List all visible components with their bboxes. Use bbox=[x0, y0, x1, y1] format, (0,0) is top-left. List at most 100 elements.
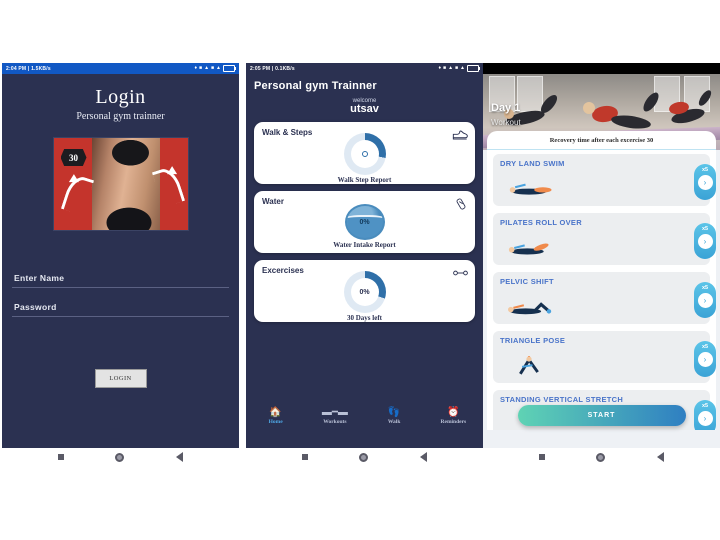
exercise-reps-badge[interactable]: x5 › bbox=[694, 282, 716, 318]
chevron-right-icon[interactable]: › bbox=[697, 411, 713, 426]
status-icons: ♦ ■ ▲ ■ ▲ bbox=[438, 65, 480, 72]
status-icons: ♦ ■ ▲ ■ ▲ bbox=[194, 65, 236, 72]
card-water[interactable]: Water 0% Water Intake Report bbox=[254, 191, 475, 253]
list-item[interactable]: TRIANGLE POSE x5 › bbox=[493, 331, 716, 383]
ring-center bbox=[350, 140, 379, 168]
status-time: 2:05 PM | 0.1KB/s bbox=[250, 65, 295, 72]
ring-center: 0% bbox=[350, 278, 379, 306]
exercise-reps-badge[interactable]: x5 › bbox=[694, 400, 716, 430]
alarm-icon: ⏰ bbox=[447, 407, 460, 418]
tab-label: Workouts bbox=[323, 419, 347, 425]
status-bar: 2:04 PM | 1.5KB/s ♦ ■ ▲ ■ ▲ bbox=[2, 63, 239, 74]
exercise-percent: 0% bbox=[359, 288, 370, 296]
home-icon[interactable] bbox=[115, 452, 125, 462]
tab-label: Walk bbox=[387, 419, 401, 425]
tab-walk[interactable]: 👣 Walk bbox=[365, 407, 424, 426]
app-title: Personal gym Trainner bbox=[254, 80, 377, 92]
list-item[interactable]: PELVIC SHIFT x5 › bbox=[493, 272, 716, 324]
reps-count: x5 bbox=[701, 403, 709, 409]
wifi-icon: ♦ bbox=[438, 65, 442, 71]
recents-icon[interactable] bbox=[301, 454, 308, 460]
exercise-list: DRY LAND SWIM x5 › PILATES ROLL OVER x5 … bbox=[487, 150, 716, 430]
chevron-right-icon[interactable]: › bbox=[697, 175, 713, 190]
day-sublabel: Workout bbox=[491, 118, 521, 127]
android-nav-bar bbox=[246, 448, 483, 466]
login-hero-image: 30 bbox=[52, 137, 189, 231]
phone-screenshot-dashboard: 2:05 PM | 0.1KB/s ♦ ■ ▲ ■ ▲ Personal gym… bbox=[246, 63, 483, 466]
chevron-right-icon[interactable]: › bbox=[697, 293, 713, 308]
nfc-icon: ■ bbox=[443, 65, 447, 71]
water-progress-ball: 0% bbox=[344, 204, 385, 240]
chevron-right-icon[interactable]: › bbox=[697, 352, 713, 367]
card-footer: Walk Step Report bbox=[337, 176, 392, 184]
dumbbell-icon bbox=[453, 266, 468, 284]
card-footer: 30 Days left bbox=[347, 314, 382, 322]
back-icon[interactable] bbox=[657, 452, 665, 462]
phone-screenshot-login: 2:04 PM | 1.5KB/s ♦ ■ ▲ ■ ▲ Login Person… bbox=[2, 63, 239, 466]
tab-workouts[interactable]: ▬━▬ Workouts bbox=[305, 407, 364, 426]
signal2-icon: ▲ bbox=[216, 65, 221, 71]
login-screen: 2:04 PM | 1.5KB/s ♦ ■ ▲ ■ ▲ Login Person… bbox=[2, 63, 239, 448]
exercise-figure-icon bbox=[508, 243, 549, 255]
login-button[interactable]: LOGIN bbox=[94, 369, 147, 388]
dashboard-screen: 2:05 PM | 0.1KB/s ♦ ■ ▲ ■ ▲ Personal gym… bbox=[246, 63, 483, 448]
exercise-reps-badge[interactable]: x5 › bbox=[694, 164, 716, 200]
dumbbell-icon: ▬━▬ bbox=[321, 407, 348, 418]
tab-home[interactable]: 🏠 Home bbox=[246, 407, 305, 426]
exercise-name: TRIANGLE POSE bbox=[500, 336, 566, 345]
ring-dot-icon bbox=[361, 151, 368, 157]
card-footer: Water Intake Report bbox=[333, 241, 396, 249]
day-label: Day 1 bbox=[491, 102, 521, 114]
exercise-reps-badge[interactable]: x5 › bbox=[694, 223, 716, 259]
nfc-icon: ■ bbox=[199, 65, 203, 71]
reps-count: x5 bbox=[701, 285, 709, 291]
tab-label: Reminders bbox=[440, 419, 467, 425]
shoe-icon bbox=[452, 128, 468, 146]
sim-icon: ■ bbox=[455, 65, 459, 71]
status-bar bbox=[483, 63, 720, 74]
page-subtitle: Personal gym trainner bbox=[76, 111, 165, 122]
home-icon: 🏠 bbox=[269, 407, 282, 418]
home-icon[interactable] bbox=[596, 452, 606, 462]
tab-label: Home bbox=[268, 419, 283, 425]
signal2-icon: ▲ bbox=[460, 65, 465, 71]
exercise-reps-badge[interactable]: x5 › bbox=[694, 341, 716, 377]
back-icon[interactable] bbox=[420, 452, 428, 462]
list-item[interactable]: PILATES ROLL OVER x5 › bbox=[493, 213, 716, 265]
exercise-progress-ring: 0% bbox=[343, 271, 386, 313]
card-exercises[interactable]: Excercises 0% 30 Days left bbox=[254, 260, 475, 322]
password-input-placeholder: Password bbox=[14, 302, 57, 312]
screenshot-canvas: 2:04 PM | 1.5KB/s ♦ ■ ▲ ■ ▲ Login Person… bbox=[0, 0, 720, 540]
hero-day-badge: 30 bbox=[60, 149, 87, 166]
name-input[interactable]: Enter Name bbox=[12, 269, 229, 288]
exercise-figure-icon bbox=[519, 356, 539, 375]
page-title: Login bbox=[95, 86, 146, 108]
footsteps-icon: 👣 bbox=[387, 407, 401, 418]
name-input-placeholder: Enter Name bbox=[14, 273, 65, 283]
status-time: 2:04 PM | 1.5KB/s bbox=[6, 65, 51, 72]
signal-icon: ▲ bbox=[448, 65, 454, 71]
reps-count: x5 bbox=[701, 344, 709, 350]
recovery-time-label: Recovery time after each excercise 30 bbox=[487, 131, 716, 150]
status-bar: 2:05 PM | 0.1KB/s ♦ ■ ▲ ■ ▲ bbox=[246, 63, 483, 74]
exercise-name: PELVIC SHIFT bbox=[500, 277, 554, 286]
tab-reminders[interactable]: ⏰ Reminders bbox=[424, 407, 483, 426]
start-button[interactable]: START bbox=[517, 405, 686, 426]
user-name: utsav bbox=[350, 103, 379, 115]
wifi-icon: ♦ bbox=[194, 65, 198, 71]
list-item[interactable]: DRY LAND SWIM x5 › bbox=[493, 154, 716, 206]
recents-icon[interactable] bbox=[57, 454, 64, 460]
reps-count: x5 bbox=[701, 167, 709, 173]
chevron-right-icon[interactable]: › bbox=[697, 234, 713, 249]
android-nav-bar bbox=[483, 448, 720, 466]
workout-screen: Day 1 Workout Recovery time after each e… bbox=[483, 63, 720, 448]
password-input[interactable]: Password bbox=[12, 298, 229, 317]
back-icon[interactable] bbox=[176, 452, 184, 462]
exercise-figure-icon bbox=[508, 302, 552, 315]
bottom-tab-bar: 🏠 Home ▬━▬ Workouts 👣 Walk ⏰ Reminders bbox=[246, 403, 483, 430]
battery-icon bbox=[223, 65, 236, 72]
card-walk-steps[interactable]: Walk & Steps Walk Step Report bbox=[254, 122, 475, 184]
walk-progress-ring bbox=[343, 133, 386, 175]
home-icon[interactable] bbox=[359, 452, 369, 462]
recents-icon[interactable] bbox=[538, 454, 545, 460]
